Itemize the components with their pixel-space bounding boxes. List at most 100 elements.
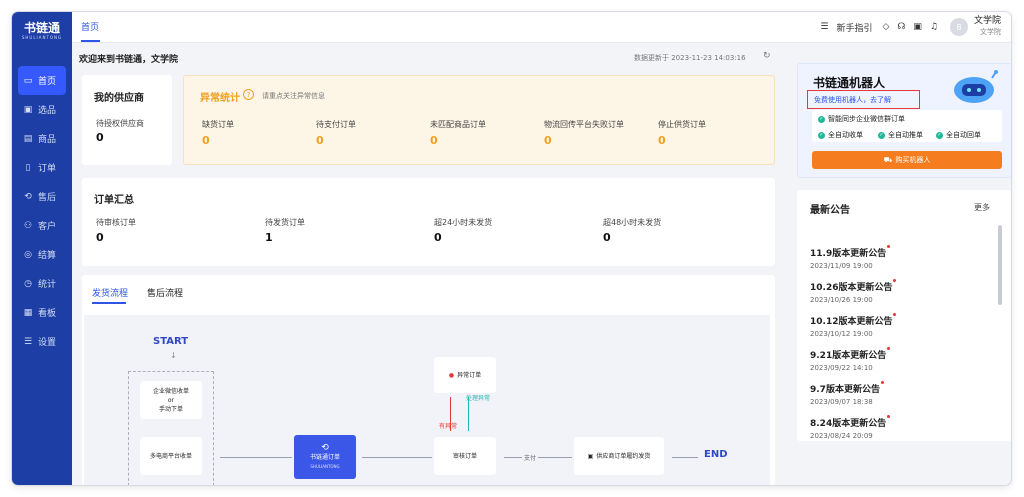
tab-shipping-flow[interactable]: 发货流程 [92,286,128,299]
node-text: 手动下单 [158,405,183,413]
unread-dot-icon [893,313,897,316]
notice-title-text: 11.9版本更新公告 [810,249,887,259]
sidebar-item-5[interactable]: ⚇ 客户 [12,211,72,240]
logo-text: 书链通 [23,21,60,35]
sidebar-item-0[interactable]: ▭ 首页 [18,66,66,95]
sidebar-item-3[interactable]: ▯ 订单 [12,153,72,182]
flow-card: 发货流程 售后流程 START ↓ 企业微信收单 or 手动下单 多电商平台收单… [82,275,775,485]
unread-dot-icon [887,245,891,248]
notice-item[interactable]: 10.26版本更新公告 2023/10/26 19:00 [810,275,897,304]
user-info[interactable]: 文学院 文学院 [974,16,1001,38]
headset-icon[interactable]: ☊ [897,22,905,32]
unread-dot-icon [887,415,891,418]
order-summary-card: 订单汇总 待审核订单 0 待发货订单 1 超24小时未发货 0 超48小时未发货 0 [82,178,775,266]
notice-date: 2023/08/24 20:09 [810,432,873,440]
robot-learn-link[interactable]: 免费使用机器人，去了解 [814,95,891,105]
guide-link[interactable]: 新手指引 [836,21,872,34]
order-stat[interactable]: 待发货订单 1 [265,217,305,244]
flow-tab-indicator [92,302,126,304]
refresh-icon[interactable]: ↻ [763,51,771,61]
sidebar-item-7[interactable]: ◷ 统计 [12,269,72,298]
stat-value: 1 [265,231,273,244]
check-icon: ✓ [936,131,943,139]
connector-handle [468,397,469,431]
avatar[interactable]: 8 [949,18,968,36]
sidebar-item-label: 统计 [38,280,57,290]
notice-date: 2023/09/07 18:38 [810,398,873,406]
order-stat[interactable]: 超24小时未发货 0 [434,217,492,244]
check-icon: ✓ [878,131,885,139]
buy-robot-button[interactable]: ⛟ 购买机器人 [812,151,1002,169]
user-name: 文学院 [973,16,1001,26]
doc-icon: ▣ [587,452,594,460]
notice-item[interactable]: 9.7版本更新公告 2023/09/07 18:38 [810,377,884,406]
order-icon: ▯ [25,162,31,173]
abnormal-stat[interactable]: 未匹配商品订单 0 [430,119,486,147]
sidebar-item-6[interactable]: ◎ 结算 [12,240,72,269]
order-stat[interactable]: 待审核订单 0 [96,217,136,244]
sidebar-item-label: 订单 [38,164,57,174]
notice-date: 2023/09/22 14:10 [810,364,873,372]
notice-item[interactable]: 8.24版本更新公告 2023/08/24 20:09 [810,411,891,440]
feature-text: 全自动回单 [946,131,981,139]
connector [220,457,292,458]
guide-icon: ☰ [820,22,829,32]
sidebar-item-1[interactable]: ▣ 选品 [12,95,72,124]
notice-title-text: 9.21版本更新公告 [810,351,887,361]
topbar-actions: ☰ 新手指引 ◇ ☊ ▣ ♫ 8 文学院 文学院 [820,16,1001,38]
stat-value: 0 [430,134,438,147]
stat-label: 停止供货订单 [658,120,706,129]
notice-date: 2023/10/12 19:00 [810,330,873,338]
welcome-text: 欢迎来到书链通，文学院 [79,55,179,65]
notices-more-link[interactable]: 更多 [974,202,990,213]
notices-card: 最新公告 更多 11.9版本更新公告 2023/11/09 19:00 10.26版… [797,190,1011,441]
tab-aftersale-flow[interactable]: 售后流程 [147,286,183,299]
save-icon[interactable]: ▣ [913,22,922,32]
stat-label: 物流回传平台失败订单 [544,120,624,129]
check-icon: ✓ [818,131,825,139]
monitor-icon: ▭ [23,75,33,86]
label-handle-abnormal: 处理异常 [466,395,491,402]
logo: 书链通 SHULIANTONG [12,12,72,50]
order-stat[interactable]: 超48小时未发货 0 [603,217,661,244]
scrollbar[interactable] [998,225,1002,305]
stat-label: 待审核订单 [96,218,136,227]
flow-node-core: ⟲ 书链通订单 SHULIANTONG [294,435,356,479]
notice-date: 2023/10/26 19:00 [810,296,873,304]
robot-icon [954,70,998,103]
sidebar-item-9[interactable]: ☰ 设置 [12,327,72,356]
diamond-icon[interactable]: ◇ [882,22,889,32]
supplier-value[interactable]: 0 [96,131,104,144]
sidebar: 书链通 SHULIANTONG ▭ 首页 ▣ 选品 ▤ 商品 ▯ 订单 ⟲ 售后 ⚇ 客户 ◎ 结算 ◷ 统计… [12,12,72,485]
feature-text: 全自动收单 [828,131,863,139]
sidebar-item-label: 售后 [38,193,57,203]
flow-end: END [704,449,728,460]
robot-title: 书链通机器人 [813,76,886,90]
notice-item[interactable]: 11.9版本更新公告 2023/11/09 19:00 [810,241,891,270]
sidebar-item-2[interactable]: ▤ 商品 [12,124,72,153]
sidebar-item-8[interactable]: ▦ 看板 [12,298,72,327]
robot-card: 书链通机器人 免费使用机器人，去了解 ✓ 智能同步企业微信群订单 ✓ 全自动收单… [797,63,1011,178]
customer-icon: ⚇ [23,220,33,231]
abnormal-stat[interactable]: 缺货订单 0 [202,119,234,147]
notice-item[interactable]: 9.21版本更新公告 2023/09/22 14:10 [810,343,891,372]
sidebar-item-label: 客户 [38,222,57,232]
tab-home[interactable]: 首页 [81,20,99,33]
abnormal-stat[interactable]: 停止供货订单 0 [658,119,706,147]
notice-title: 10.26版本更新公告 [810,279,897,293]
unread-dot-icon [887,347,891,350]
label-has-abnormal: 有异常 [439,423,458,430]
sidebar-item-4[interactable]: ⟲ 售后 [12,182,72,211]
notices-title: 最新公告 [810,205,850,216]
update-time: 数据更新于 2023-11-23 14:03:16 [634,54,746,62]
node-subtext: SHULIANTONG [310,463,340,469]
orders-title: 订单汇总 [94,195,134,206]
abnormal-stat[interactable]: 待支付订单 0 [316,119,356,147]
goods-icon: ▤ [23,133,33,144]
question-icon[interactable]: ? [243,89,254,100]
notice-item[interactable]: 10.12版本更新公告 2023/10/12 19:00 [810,309,897,338]
node-text: 审核订单 [452,452,477,460]
bell-icon[interactable]: ♫ [930,22,938,32]
board-icon: ▦ [23,307,33,318]
abnormal-stat[interactable]: 物流回传平台失败订单 0 [544,119,624,147]
